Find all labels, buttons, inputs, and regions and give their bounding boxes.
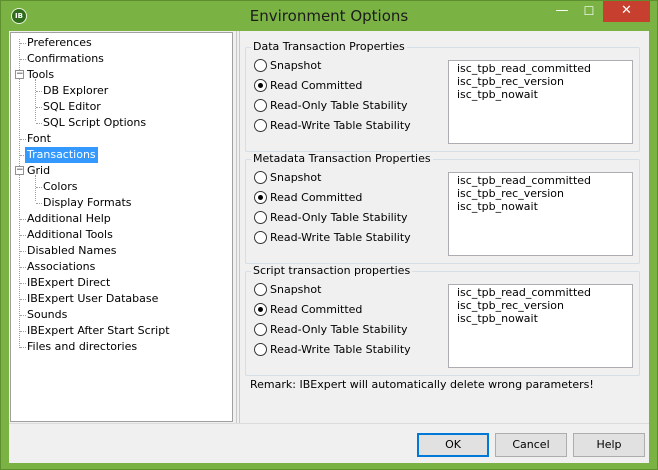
param-line: isc_tpb_nowait	[457, 312, 538, 325]
tree-item-display-formats[interactable]: Display Formats	[41, 195, 134, 211]
minimize-icon[interactable]: —	[549, 1, 575, 22]
radio-button-icon[interactable]	[254, 283, 267, 296]
radio-label: Read-Write Table Stability	[270, 119, 411, 132]
radio-button-icon[interactable]	[254, 323, 267, 336]
close-icon[interactable]: ✕	[603, 1, 650, 22]
radio-label: Read-Write Table Stability	[270, 231, 411, 244]
group-title: Script transaction properties	[251, 264, 413, 277]
tree-item-tools[interactable]: Tools	[25, 67, 56, 83]
radio-label: Read-Only Table Stability	[270, 323, 408, 336]
tree-item-sql-editor[interactable]: SQL Editor	[41, 99, 103, 115]
radio-label: Read Committed	[270, 303, 363, 316]
radio-label: Read-Only Table Stability	[270, 99, 408, 112]
tree-item-colors[interactable]: Colors	[41, 179, 79, 195]
maximize-icon[interactable]: ☐	[576, 1, 602, 22]
radio-button-icon[interactable]	[254, 99, 267, 112]
tree-item-additional-help[interactable]: Additional Help	[25, 211, 113, 227]
tree-item-additional-tools[interactable]: Additional Tools	[25, 227, 115, 243]
radio-label: Snapshot	[270, 283, 322, 296]
param-line: isc_tpb_read_committed	[457, 174, 592, 187]
group-title: Data Transaction Properties	[251, 40, 407, 53]
param-line: isc_tpb_rec_version	[457, 299, 564, 312]
tree-item-ibexpert-user-database[interactable]: IBExpert User Database	[25, 291, 160, 307]
radio-button-icon[interactable]	[254, 231, 267, 244]
radio-selected-dot	[258, 195, 263, 200]
radio-label: Read Committed	[270, 79, 363, 92]
params-memo[interactable]: isc_tpb_read_committed isc_tpb_rec_versio…	[448, 172, 633, 256]
tree-line	[35, 79, 36, 121]
tree-item-sql-script-options[interactable]: SQL Script Options	[41, 115, 148, 131]
tree-line	[19, 39, 20, 348]
help-button[interactable]: Help	[573, 433, 645, 457]
tree-item-preferences[interactable]: Preferences	[25, 35, 94, 51]
radio-selected-dot	[258, 83, 263, 88]
radio-button-icon[interactable]	[254, 343, 267, 356]
panel-splitter[interactable]	[236, 31, 240, 423]
button-bar-separator	[9, 423, 649, 424]
tree-item-ibexpert-direct[interactable]: IBExpert Direct	[25, 275, 112, 291]
params-memo[interactable]: isc_tpb_read_committed isc_tpb_rec_versio…	[448, 284, 633, 368]
param-line: isc_tpb_read_committed	[457, 286, 592, 299]
radio-button-icon[interactable]	[254, 211, 267, 224]
radio-button-icon[interactable]	[254, 303, 267, 316]
remark-text: Remark: IBExpert will automatically dele…	[250, 378, 594, 391]
tree-item-sounds[interactable]: Sounds	[25, 307, 69, 323]
radio-label: Read-Write Table Stability	[270, 343, 411, 356]
param-line: isc_tpb_rec_version	[457, 187, 564, 200]
cancel-button[interactable]: Cancel	[495, 433, 567, 457]
dialog-client-area: Preferences Confirmations − Tools DB Explore…	[9, 31, 649, 463]
ok-button[interactable]: OK	[417, 433, 489, 457]
tree-item-ibexpert-after-start-script[interactable]: IBExpert After Start Script	[25, 323, 172, 339]
radio-label: Snapshot	[270, 171, 322, 184]
options-tree[interactable]: Preferences Confirmations − Tools DB Explore…	[10, 32, 233, 422]
param-line: isc_tpb_rec_version	[457, 75, 564, 88]
environment-options-window: IB Environment Options — ☐ ✕ Preferences…	[0, 0, 658, 470]
transaction-group-2: Script transaction properties Snapshot Rea…	[245, 264, 640, 376]
radio-label: Read-Only Table Stability	[270, 211, 408, 224]
radio-button-icon[interactable]	[254, 59, 267, 72]
tree-item-files-and-directories[interactable]: Files and directories	[25, 339, 139, 355]
radio-button-icon[interactable]	[254, 119, 267, 132]
tree-item-grid[interactable]: Grid	[25, 163, 52, 179]
radio-button-icon[interactable]	[254, 171, 267, 184]
tree-collapse-icon[interactable]: −	[15, 166, 24, 175]
tree-item-associations[interactable]: Associations	[25, 259, 97, 275]
radio-button-icon[interactable]	[254, 191, 267, 204]
radio-selected-dot	[258, 307, 263, 312]
group-title: Metadata Transaction Properties	[251, 152, 433, 165]
param-line: isc_tpb_nowait	[457, 88, 538, 101]
tree-item-db-explorer[interactable]: DB Explorer	[41, 83, 110, 99]
transaction-group-0: Data Transaction Properties Snapshot Read …	[245, 40, 640, 152]
tree-item-font[interactable]: Font	[25, 131, 53, 147]
tree-item-disabled-names[interactable]: Disabled Names	[25, 243, 118, 259]
tree-collapse-icon[interactable]: −	[15, 70, 24, 79]
radio-button-icon[interactable]	[254, 79, 267, 92]
transaction-group-1: Metadata Transaction Properties Snapshot R…	[245, 152, 640, 264]
params-memo[interactable]: isc_tpb_read_committed isc_tpb_rec_versio…	[448, 60, 633, 144]
title-bar[interactable]: IB Environment Options — ☐ ✕	[1, 1, 657, 31]
tree-item-transactions[interactable]: Transactions	[25, 147, 98, 163]
radio-label: Snapshot	[270, 59, 322, 72]
param-line: isc_tpb_nowait	[457, 200, 538, 213]
radio-label: Read Committed	[270, 191, 363, 204]
param-line: isc_tpb_read_committed	[457, 62, 592, 75]
tree-item-confirmations[interactable]: Confirmations	[25, 51, 106, 67]
